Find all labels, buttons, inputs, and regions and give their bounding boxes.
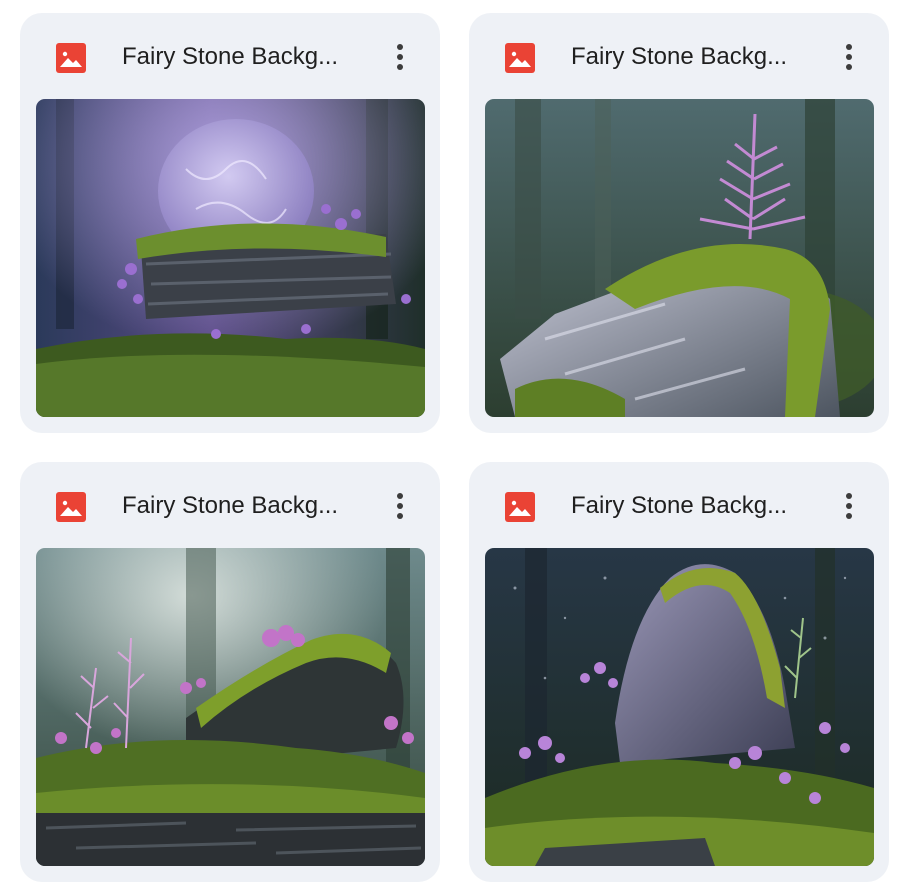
more-options-icon[interactable] bbox=[384, 486, 416, 526]
file-name[interactable]: Fairy Stone Backg... bbox=[571, 490, 811, 522]
more-options-icon[interactable] bbox=[833, 37, 865, 77]
file-card[interactable]: Fairy Stone Backg... bbox=[20, 13, 440, 433]
file-thumbnail[interactable] bbox=[485, 99, 874, 417]
more-options-icon[interactable] bbox=[384, 37, 416, 77]
more-options-icon[interactable] bbox=[833, 486, 865, 526]
file-card-header: Fairy Stone Backg... bbox=[20, 462, 440, 548]
file-thumbnail[interactable] bbox=[485, 548, 874, 866]
image-file-icon bbox=[56, 43, 86, 73]
file-card[interactable]: Fairy Stone Backg... bbox=[20, 462, 440, 882]
file-card-header: Fairy Stone Backg... bbox=[469, 13, 889, 99]
file-thumbnail[interactable] bbox=[36, 548, 425, 866]
file-name[interactable]: Fairy Stone Backg... bbox=[122, 490, 362, 522]
file-thumbnail[interactable] bbox=[36, 99, 425, 417]
image-file-icon bbox=[505, 492, 535, 522]
image-file-icon bbox=[505, 43, 535, 73]
file-name[interactable]: Fairy Stone Backg... bbox=[571, 41, 811, 73]
file-card-header: Fairy Stone Backg... bbox=[20, 13, 440, 99]
file-card[interactable]: Fairy Stone Backg... bbox=[469, 462, 889, 882]
file-card[interactable]: Fairy Stone Backg... bbox=[469, 13, 889, 433]
image-file-icon bbox=[56, 492, 86, 522]
file-card-header: Fairy Stone Backg... bbox=[469, 462, 889, 548]
file-name[interactable]: Fairy Stone Backg... bbox=[122, 41, 362, 73]
